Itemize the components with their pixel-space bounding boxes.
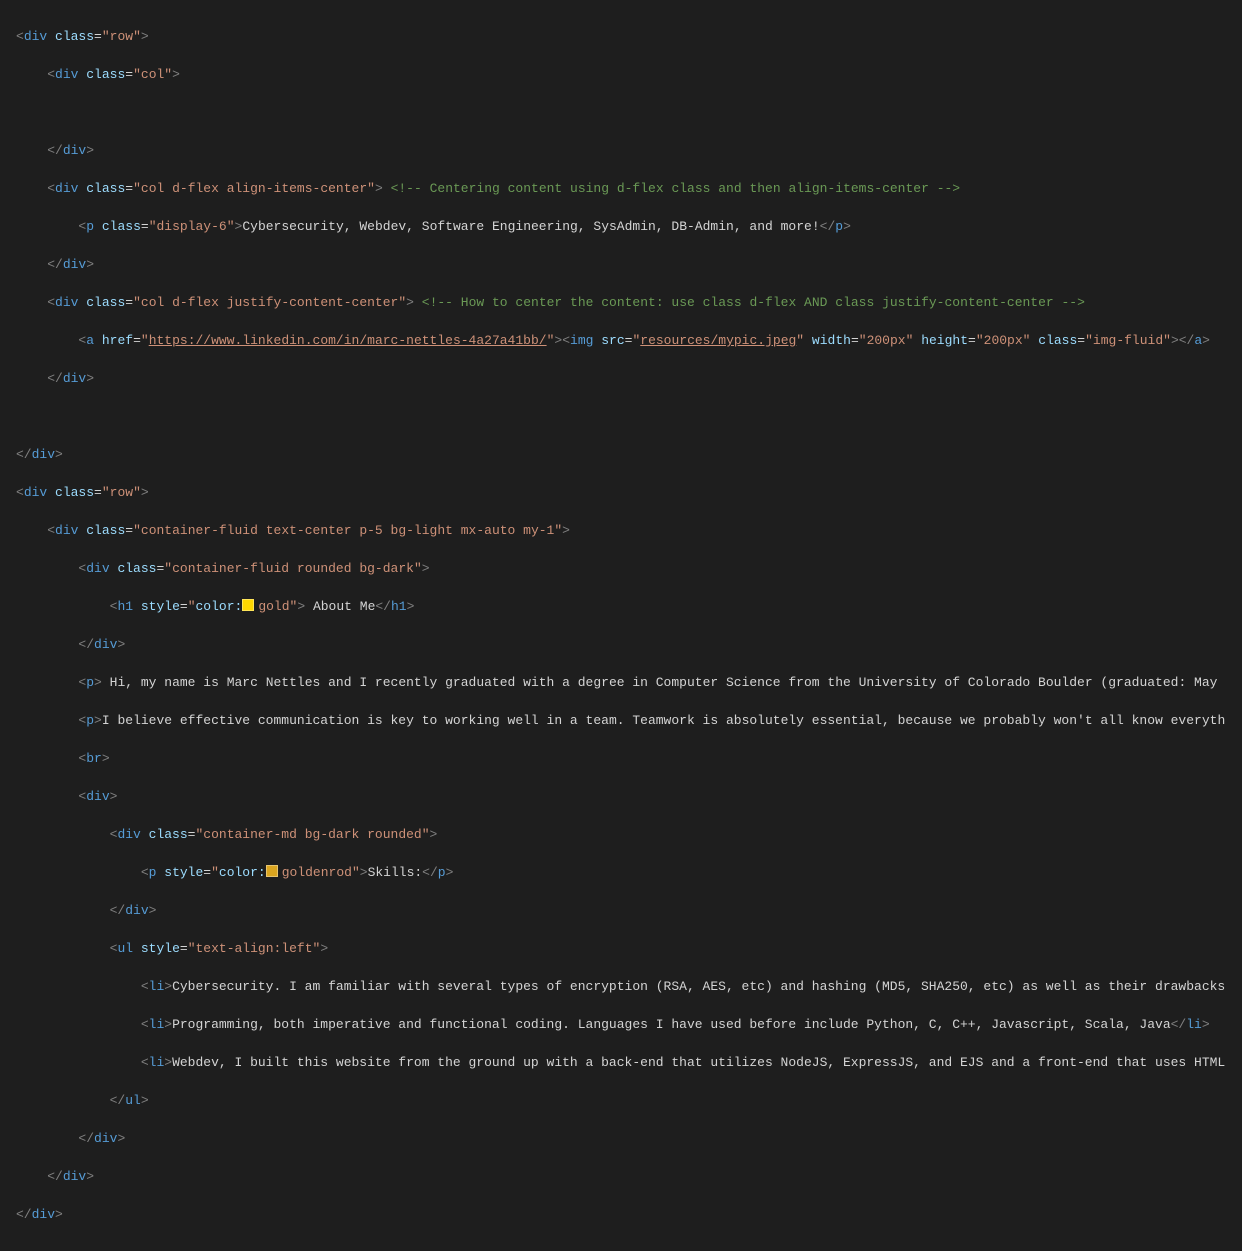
code-line: <div class="col d-flex align-items-cente… bbox=[16, 179, 1242, 198]
code-line: <li>Cybersecurity. I am familiar with se… bbox=[16, 977, 1242, 996]
code-line: </ul> bbox=[16, 1091, 1242, 1110]
code-line: <ul style="text-align:left"> bbox=[16, 939, 1242, 958]
code-line: </div> bbox=[16, 369, 1242, 388]
code-line: <br> bbox=[16, 749, 1242, 768]
code-line: </div> bbox=[16, 445, 1242, 464]
code-line: <h1 style="color:gold"> About Me</h1> bbox=[16, 597, 1242, 616]
code-line: <a href="https://www.linkedin.com/in/mar… bbox=[16, 331, 1242, 350]
code-line: <div class="container-fluid rounded bg-d… bbox=[16, 559, 1242, 578]
code-line: <div class="col"> bbox=[16, 65, 1242, 84]
code-line: <div class="row"> bbox=[16, 27, 1242, 46]
code-line: <li>Webdev, I built this website from th… bbox=[16, 1053, 1242, 1072]
code-line: <p class="display-6">Cybersecurity, Webd… bbox=[16, 217, 1242, 236]
code-line: <p>I believe effective communication is … bbox=[16, 711, 1242, 730]
code-line: </div> bbox=[16, 1205, 1242, 1224]
code-line: </div> bbox=[16, 141, 1242, 160]
code-line bbox=[16, 103, 1242, 122]
code-line: <li>Programming, both imperative and fun… bbox=[16, 1015, 1242, 1034]
color-swatch-icon bbox=[266, 865, 278, 877]
code-line: <div class="container-md bg-dark rounded… bbox=[16, 825, 1242, 844]
code-line: </div> bbox=[16, 1129, 1242, 1148]
code-line: <div> bbox=[16, 787, 1242, 806]
code-line: </div> bbox=[16, 255, 1242, 274]
code-line: <div class="col d-flex justify-content-c… bbox=[16, 293, 1242, 312]
code-line: </div> bbox=[16, 901, 1242, 920]
code-line: <div class="row"> bbox=[16, 483, 1242, 502]
code-line: </div> bbox=[16, 635, 1242, 654]
code-editor[interactable]: <div class="row"> <div class="col"> </di… bbox=[0, 0, 1242, 1251]
code-line: <p> Hi, my name is Marc Nettles and I re… bbox=[16, 673, 1242, 692]
code-line: </div> bbox=[16, 1167, 1242, 1186]
code-line bbox=[16, 407, 1242, 426]
code-line: <p style="color:goldenrod">Skills:</p> bbox=[16, 863, 1242, 882]
code-line: <div class="container-fluid text-center … bbox=[16, 521, 1242, 540]
color-swatch-icon bbox=[242, 599, 254, 611]
